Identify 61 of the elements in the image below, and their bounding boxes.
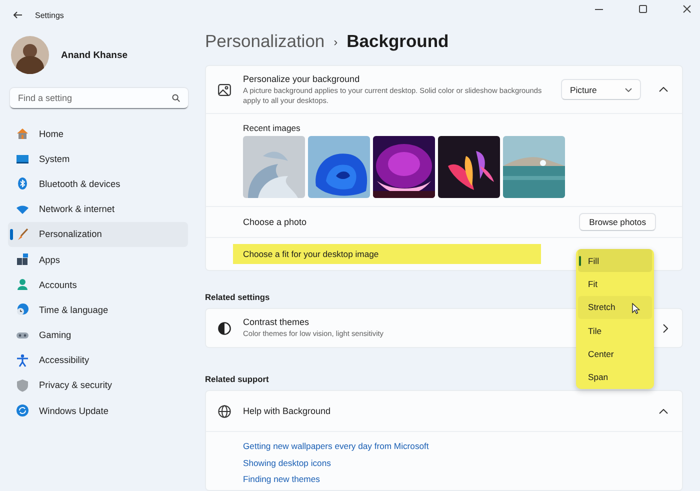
setting-label: Choose a fit for your desktop image [233,244,541,264]
nav-item[interactable]: Accessibility [8,348,188,373]
avatar [11,36,49,74]
person-figure-icon [16,354,29,367]
page-title: Background [346,31,449,52]
menu-option[interactable]: Fit [578,272,652,296]
close-icon[interactable] [683,5,691,14]
chevron-icon[interactable] [659,408,668,414]
nav-item[interactable]: Accounts [8,272,188,298]
apps-icon [16,253,29,266]
globe-icon [218,404,231,418]
nav-item[interactable]: Windows Update [8,398,188,424]
nav-item[interactable]: Network & internet [8,196,188,222]
monitor-icon [16,152,29,166]
help-link[interactable]: Showing desktop icons [243,454,682,472]
nav-item[interactable]: Home [8,121,188,146]
back-icon[interactable] [13,11,23,19]
window-title: Settings [35,10,64,20]
search-field[interactable]: Find a setting [10,88,188,109]
profile-name: Anand Khanse [61,50,128,60]
image-icon [218,84,231,96]
setting-title: Help with Background [243,406,332,416]
menu-option[interactable]: Fill [578,249,652,272]
clock-globe-icon [16,303,29,316]
chevron-down-icon [625,88,632,92]
nav-item[interactable]: Personalization [8,222,188,247]
menu-option[interactable]: Span [578,365,652,389]
help-link[interactable]: Getting new wallpapers every day from Microsoft [243,438,682,455]
maximize-icon[interactable] [639,5,647,14]
breadcrumb-separator: › [334,34,338,49]
help-link[interactable]: Finding new themes [243,471,682,488]
house-icon [16,127,29,140]
setting-label: Choose a photo [243,217,307,228]
section-heading: Related settings [205,292,270,302]
wifi-icon [16,202,29,216]
chevron-icon[interactable] [659,87,668,92]
background-type-dropdown[interactable]: Picture [561,79,641,100]
contrast-icon [218,322,231,335]
cursor-icon [632,302,640,314]
setting-title: Personalize your background [243,74,361,84]
nav-item[interactable]: Time & language [8,297,188,322]
shield-icon [16,378,29,392]
browse-photos-button[interactable]: Browse photos [579,213,656,232]
brush-icon [16,228,29,241]
minimize-icon[interactable] [595,8,603,10]
setting-title: Contrast themes [243,317,310,328]
search-icon [172,94,180,102]
nav-item[interactable]: Bluetooth & devices [8,171,188,197]
section-label: Recent images [243,122,300,133]
nav-item[interactable]: Apps [8,246,188,272]
nav-item[interactable]: System [8,146,188,172]
sync-icon [16,404,29,418]
breadcrumb-parent[interactable]: Personalization [205,31,325,52]
nav-item[interactable]: Gaming [8,322,188,348]
chevron-right-icon [663,324,668,333]
nav-item[interactable]: Privacy & security [8,372,188,398]
person-icon [16,278,29,292]
bluetooth-icon [16,177,29,190]
menu-option[interactable]: Tile [578,318,652,342]
section-heading: Related support [205,374,269,384]
menu-option[interactable]: Stretch [578,296,652,319]
